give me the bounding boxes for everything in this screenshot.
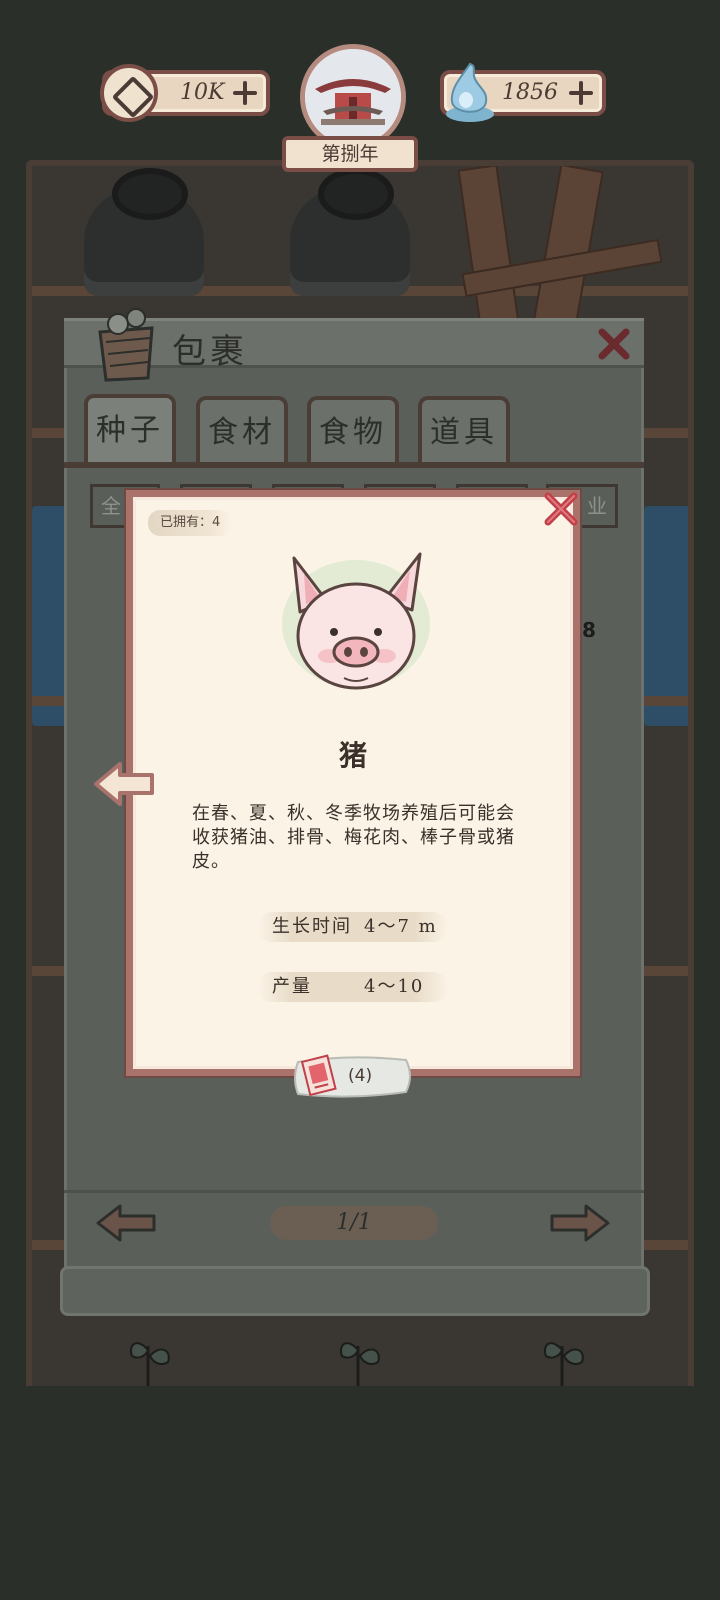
spirit-flame-icon <box>446 62 494 122</box>
tab-ingredients[interactable]: 食材 <box>196 396 288 466</box>
year-label: 第捌年 <box>282 136 418 172</box>
season-emblem[interactable] <box>300 44 406 150</box>
water-tank <box>644 506 688 726</box>
pig-icon <box>282 552 430 690</box>
yield-row: 产量 4～10 <box>258 972 448 1002</box>
coin-value: 10K <box>180 80 225 105</box>
add-spirit-icon[interactable] <box>568 80 594 106</box>
coin-icon <box>100 64 158 122</box>
sprout-icon <box>130 1342 170 1386</box>
growth-time-value: 4～7 m <box>364 916 438 937</box>
tab-seeds[interactable]: 种子 <box>84 394 176 468</box>
jar-decoration <box>290 168 410 296</box>
next-page-arrow-icon[interactable] <box>548 1202 612 1244</box>
footer-divider <box>64 1190 644 1193</box>
bag-title: 包裹 <box>172 332 248 372</box>
growth-time-label: 生长时间 <box>272 916 352 937</box>
bottom-area <box>0 1386 720 1600</box>
item-name: 猪 <box>338 739 367 772</box>
pavilion-icon <box>305 49 401 145</box>
arrow-left-icon[interactable] <box>92 760 156 808</box>
sprout-icon <box>340 1342 380 1386</box>
ticket-count: (4) <box>348 1066 373 1086</box>
prev-page-arrow-icon[interactable] <box>94 1202 158 1244</box>
bottom-scroll-decoration <box>60 1266 650 1316</box>
growth-time-row: 生长时间 4～7 m <box>258 912 448 942</box>
tab-food[interactable]: 食物 <box>307 396 399 466</box>
owned-count: 已拥有：4 <box>148 510 233 536</box>
jar-decoration <box>84 168 204 296</box>
yield-label: 产量 <box>272 976 312 997</box>
tab-divider <box>64 462 644 468</box>
tab-tools[interactable]: 道具 <box>418 396 510 466</box>
item-description: 在春、夏、秋、冬季牧场养殖后可能会收获猪油、排骨、梅花肉、棒子骨或猪皮。 <box>192 803 515 872</box>
add-coins-icon[interactable] <box>232 80 258 106</box>
page-indicator: 1/1 <box>270 1206 438 1240</box>
item-count: 8 <box>582 618 596 642</box>
yield-value: 4～10 <box>364 976 425 997</box>
close-x-icon[interactable] <box>596 326 632 362</box>
close-x-icon[interactable] <box>542 490 580 528</box>
basket-icon <box>98 308 154 382</box>
sprout-icon <box>544 1342 584 1386</box>
spirit-value: 1856 <box>502 80 558 105</box>
